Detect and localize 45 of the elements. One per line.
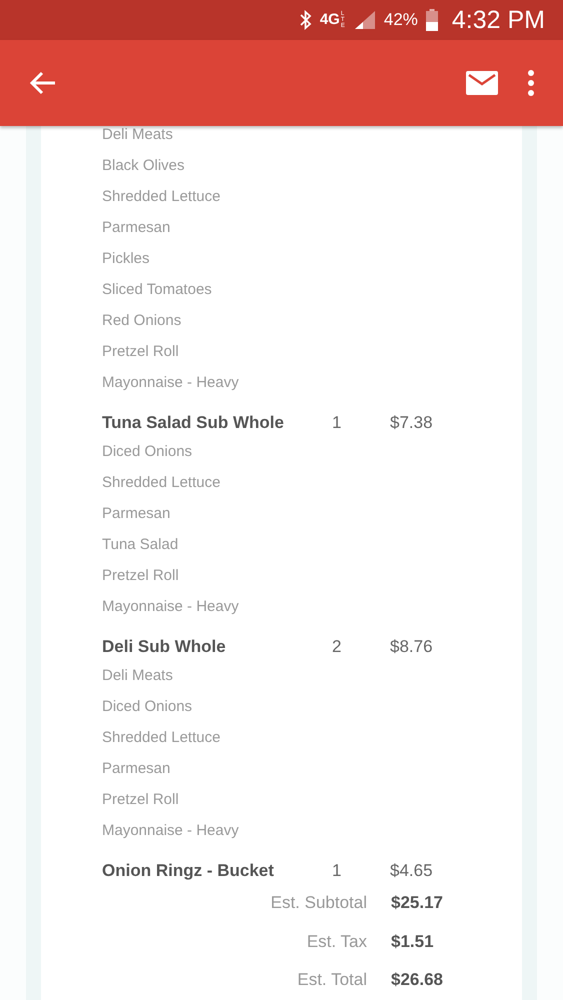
back-arrow-icon[interactable]: [30, 71, 56, 95]
total-label: Est. Subtotal: [270, 893, 367, 914]
modifier-name: Parmesan: [102, 219, 170, 236]
clock: 4:32 PM: [452, 6, 545, 34]
modifier-name: Deli Meats: [102, 126, 173, 143]
mail-icon[interactable]: [466, 71, 498, 95]
battery-icon: [426, 9, 438, 31]
modifier-name: Diced Onions: [102, 698, 192, 715]
signal-icon: [354, 10, 376, 30]
total-value: $26.68: [391, 970, 443, 990]
item-quantity: 2: [332, 637, 342, 657]
modifier-name: Mayonnaise - Heavy: [102, 598, 239, 615]
modifier-name: Pickles: [102, 250, 150, 267]
modifier-name: Mayonnaise - Heavy: [102, 822, 239, 839]
item-price: $8.76: [390, 637, 433, 657]
total-value: $25.17: [391, 893, 443, 914]
total-label: Est. Tax: [306, 932, 367, 952]
item-quantity: 1: [332, 413, 342, 433]
modifier-name: Pretzel Roll: [102, 567, 179, 584]
network-type: 4G: [320, 11, 340, 28]
modifier-name: Deli Meats: [102, 667, 173, 684]
item-name: Deli Sub Whole: [102, 637, 227, 657]
modifier-name: Shredded Lettuce: [102, 474, 220, 491]
modifier-name: Shredded Lettuce: [102, 188, 220, 205]
bluetooth-icon: [300, 10, 312, 30]
item-quantity: 1: [332, 861, 342, 881]
battery-percent: 42%: [384, 10, 418, 30]
modifier-name: Red Onions: [102, 312, 182, 329]
modifier-name: Diced Onions: [102, 443, 192, 460]
item-name: Onion Ringz - Bucket: [102, 861, 275, 881]
more-options-icon[interactable]: [528, 70, 534, 96]
modifier-name: Mayonnaise - Heavy: [102, 374, 239, 391]
modifier-name: Parmesan: [102, 760, 170, 777]
modifier-name: Pretzel Roll: [102, 343, 179, 360]
modifier-name: Black Olives: [102, 157, 185, 174]
item-name: Tuna Salad Sub Whole: [102, 413, 285, 433]
item-price: $4.65: [390, 861, 433, 881]
modifier-name: Tuna Salad: [102, 536, 178, 553]
total-value: $1.51: [391, 932, 434, 952]
modifier-name: Pretzel Roll: [102, 791, 179, 808]
modifier-name: Sliced Tomatoes: [102, 281, 212, 298]
item-price: $7.38: [390, 413, 433, 433]
total-label: Est. Total: [296, 970, 367, 990]
modifier-name: Parmesan: [102, 505, 170, 522]
modifier-name: Shredded Lettuce: [102, 729, 220, 746]
